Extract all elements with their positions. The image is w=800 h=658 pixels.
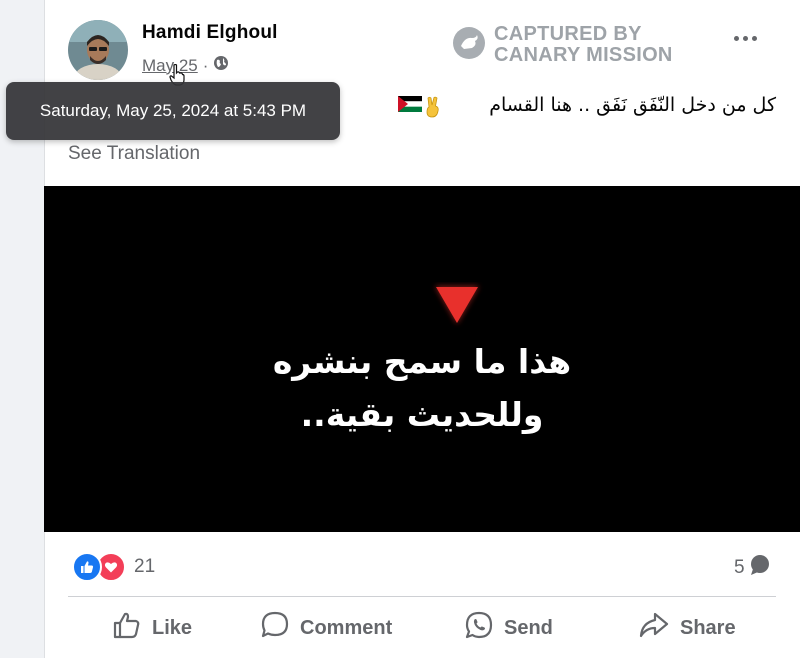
comment-icon [260,610,290,646]
post-text: كل من دخل النّفَق نَفَق .. هنا القسام [489,94,776,116]
reaction-count: 21 [134,556,156,577]
reaction-summary[interactable]: 21 [72,552,155,582]
date-tooltip: Saturday, May 25, 2024 at 5:43 PM [6,82,340,140]
comment-count[interactable]: 5 [734,554,771,582]
watermark-line-2: CANARY MISSION [494,44,673,66]
thumbs-up-icon [112,610,142,646]
send-label: Send [504,616,553,639]
victory-hand-icon [424,96,442,123]
share-arrow-icon [638,610,670,646]
canary-logo-icon [452,26,486,65]
palestine-flag-icon [398,96,422,123]
tooltip-text: Saturday, May 25, 2024 at 5:43 PM [39,101,307,120]
send-button[interactable]: Send [464,610,553,646]
like-reaction-icon [72,552,102,582]
share-label: Share [680,616,736,639]
comment-count-value: 5 [734,557,745,578]
red-triangle-icon [430,282,484,333]
meta-separator: · [202,55,209,75]
post-meta: May 25 · [142,55,229,76]
whatsapp-icon [464,610,494,646]
comment-button[interactable]: Comment [260,610,392,646]
post-emoji [398,96,442,123]
see-translation-link[interactable]: See Translation [68,143,200,165]
more-options-icon[interactable] [734,36,757,41]
share-button[interactable]: Share [638,610,736,646]
comment-bubble-icon [749,554,771,582]
author-name[interactable]: Hamdi Elghoul [142,22,278,44]
media-overlay-line-1: هذا ما سمح بنشره [272,342,572,381]
avatar[interactable] [68,20,128,80]
watermark: CAPTURED BY CANARY MISSION [452,24,673,66]
watermark-line-1: CAPTURED BY [494,23,642,45]
like-button[interactable]: Like [112,610,192,646]
globe-icon [213,55,229,76]
comment-label: Comment [300,616,393,639]
like-label: Like [152,616,193,639]
media-overlay-line-2: وللحديث بقية.. [300,395,544,434]
divider [68,596,776,597]
